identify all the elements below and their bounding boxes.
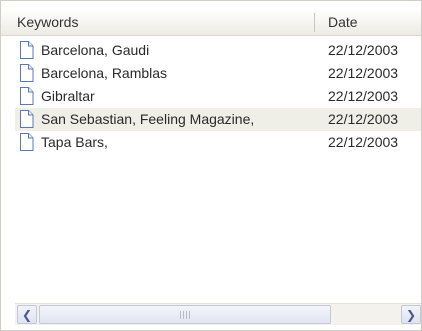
cell-keywords: Barcelona, Ramblas xyxy=(41,65,168,81)
list-item[interactable]: Tapa Bars, 22/12/2003 xyxy=(1,131,421,154)
scroll-left-button[interactable]: ❮ xyxy=(17,305,37,324)
column-header-keywords[interactable]: Keywords xyxy=(11,9,315,35)
document-icon xyxy=(20,41,34,59)
cell-keywords: San Sebastian, Feeling Magazine, xyxy=(41,111,255,127)
list-item[interactable]: Gibraltar 22/12/2003 xyxy=(1,85,421,108)
document-icon xyxy=(20,110,34,128)
document-icon xyxy=(20,133,34,151)
document-icon xyxy=(20,64,34,82)
list-item[interactable]: Barcelona, Ramblas 22/12/2003 xyxy=(1,62,421,85)
scrollbar-thumb[interactable] xyxy=(39,305,331,324)
document-icon xyxy=(20,87,34,105)
cell-keywords: Barcelona, Gaudi xyxy=(41,42,150,58)
list-item[interactable]: San Sebastian, Feeling Magazine, 22/12/2… xyxy=(1,108,421,131)
cell-date: 22/12/2003 xyxy=(328,42,399,58)
cell-date: 22/12/2003 xyxy=(328,111,399,127)
grip-icon xyxy=(180,311,191,319)
chevron-left-icon: ❮ xyxy=(21,307,33,322)
chevron-right-icon: ❯ xyxy=(405,307,417,322)
list-header: Keywords Date xyxy=(1,9,421,36)
cell-date: 22/12/2003 xyxy=(328,134,399,150)
scroll-right-button[interactable]: ❯ xyxy=(401,305,421,324)
column-header-date[interactable]: Date xyxy=(315,9,415,35)
list-item[interactable]: Barcelona, Gaudi 22/12/2003 xyxy=(1,39,421,62)
cell-date: 22/12/2003 xyxy=(328,88,399,104)
file-list-view: Keywords Date Barcelona, Gaudi 22/12/200… xyxy=(0,0,422,331)
horizontal-scrollbar[interactable]: ❮ ❯ xyxy=(15,303,421,325)
cell-keywords: Gibraltar xyxy=(41,88,95,104)
list-rows: Barcelona, Gaudi 22/12/2003 Barcelona, R… xyxy=(1,39,421,154)
cell-keywords: Tapa Bars, xyxy=(41,134,108,150)
cell-date: 22/12/2003 xyxy=(328,65,399,81)
